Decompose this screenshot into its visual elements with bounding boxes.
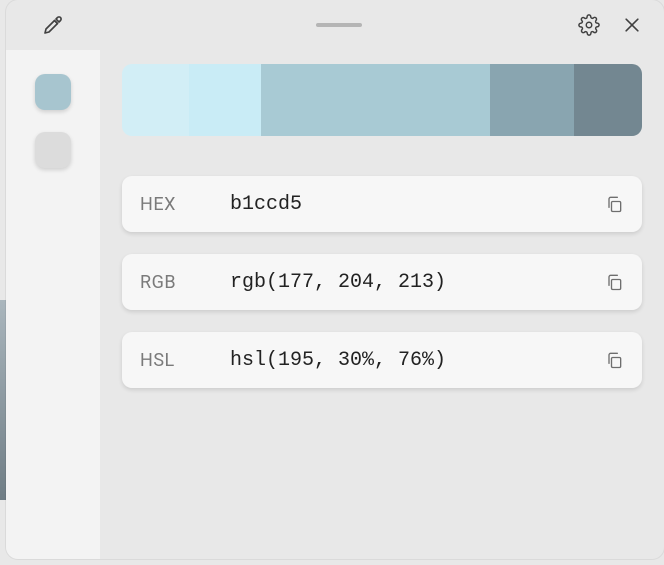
settings-button[interactable] [578, 14, 600, 36]
close-icon [622, 15, 642, 35]
value-label: RGB [140, 272, 230, 293]
app-window: HEXb1ccd5 RGBrgb(177, 204, 213) HSLhsl(195… [6, 0, 664, 559]
copy-icon [604, 350, 624, 370]
value-rows: HEXb1ccd5 RGBrgb(177, 204, 213) HSLhsl(195… [122, 176, 642, 388]
eyedropper-icon [41, 13, 65, 37]
swatch-0[interactable] [35, 74, 71, 110]
copy-button[interactable] [604, 194, 624, 214]
titlebar-actions [578, 14, 650, 36]
copy-button[interactable] [604, 350, 624, 370]
titlebar [6, 0, 664, 50]
content: HEXb1ccd5 RGBrgb(177, 204, 213) HSLhsl(195… [100, 50, 664, 559]
palette-segment-2[interactable] [261, 64, 490, 136]
swatch-1[interactable] [35, 132, 71, 168]
copy-button[interactable] [604, 272, 624, 292]
eyedropper-button[interactable] [6, 0, 100, 50]
value-row-rgb: RGBrgb(177, 204, 213) [122, 254, 642, 310]
value-label: HSL [140, 350, 230, 371]
value-row-hex: HEXb1ccd5 [122, 176, 642, 232]
value-text[interactable]: b1ccd5 [230, 193, 604, 216]
palette-row [122, 64, 642, 136]
body: HEXb1ccd5 RGBrgb(177, 204, 213) HSLhsl(195… [6, 50, 664, 559]
gear-icon [578, 14, 600, 36]
value-text[interactable]: rgb(177, 204, 213) [230, 271, 604, 294]
copy-icon [604, 194, 624, 214]
drag-handle [316, 23, 362, 27]
palette-segment-4[interactable] [574, 64, 642, 136]
palette-segment-1[interactable] [189, 64, 261, 136]
palette-segment-3[interactable] [490, 64, 574, 136]
value-label: HEX [140, 194, 230, 215]
value-text[interactable]: hsl(195, 30%, 76%) [230, 349, 604, 372]
drag-region[interactable] [100, 23, 578, 27]
close-button[interactable] [622, 15, 642, 35]
value-row-hsl: HSLhsl(195, 30%, 76%) [122, 332, 642, 388]
copy-icon [604, 272, 624, 292]
sidebar [6, 50, 100, 559]
palette-segment-0[interactable] [122, 64, 189, 136]
